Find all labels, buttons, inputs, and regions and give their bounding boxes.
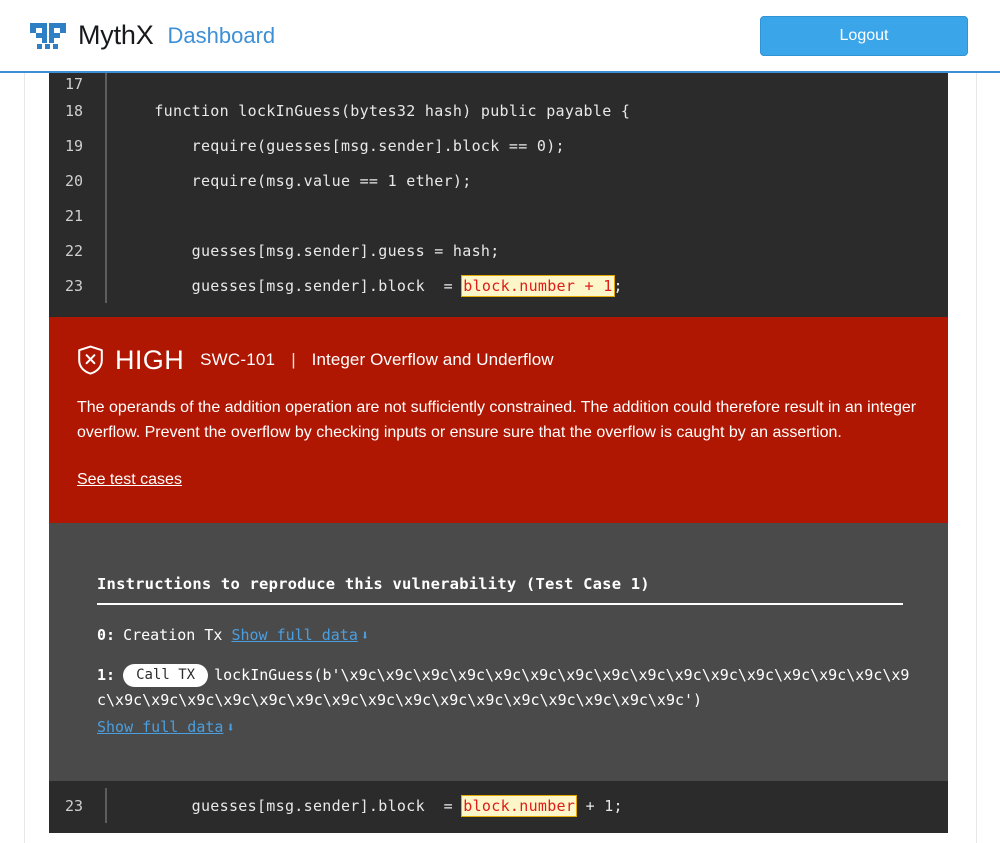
severity-banner: HIGH SWC-101 | Integer Overflow and Unde… <box>49 317 948 523</box>
download-arrow-icon: ⬇ <box>226 720 235 736</box>
page-body: 17 18 function lockInGuess(bytes32 hash)… <box>0 73 1000 843</box>
code-line: 22 guesses[msg.sender].guess = hash; <box>49 233 948 268</box>
code-gutter-rule <box>95 233 117 268</box>
code-gutter-rule <box>95 268 117 303</box>
step-call-data: lockInGuess(b'\x9c\x9c\x9c\x9c\x9c\x9c\x… <box>97 666 910 709</box>
see-test-cases-link[interactable]: See test cases <box>77 471 182 488</box>
download-arrow-icon: ⬇ <box>360 628 370 644</box>
line-number: 17 <box>64 75 83 93</box>
severity-title: Integer Overflow and Underflow <box>311 350 554 369</box>
line-number: 19 <box>64 136 83 155</box>
brand: MythX Dashboard <box>30 20 275 51</box>
severity-swc-id: SWC-101 <box>200 350 276 369</box>
issue-card: 17 18 function lockInGuess(bytes32 hash)… <box>24 73 977 843</box>
code-gutter-rule <box>95 788 117 823</box>
severity-header: HIGH SWC-101 | Integer Overflow and Unde… <box>77 345 920 375</box>
code-text: function lockInGuess(bytes32 hash) publi… <box>117 101 631 120</box>
code-line: 18 function lockInGuess(bytes32 hash) pu… <box>49 93 948 128</box>
code-line: 20 require(msg.value == 1 ether); <box>49 163 948 198</box>
code-text: guesses[msg.sender].block = block.number… <box>117 274 948 297</box>
code-gutter-rule <box>95 198 117 233</box>
severity-description: The operands of the addition operation a… <box>77 399 917 441</box>
brand-section-label: Dashboard <box>167 22 276 48</box>
code-gutter-rule <box>95 93 117 128</box>
code-text-suffix: ; <box>613 276 623 295</box>
instructions-panel: Instructions to reproduce this vulnerabi… <box>49 523 948 781</box>
code-line: 19 require(guesses[msg.sender].block == … <box>49 128 948 163</box>
line-number: 18 <box>64 101 83 120</box>
instructions-title: Instructions to reproduce this vulnerabi… <box>97 575 903 605</box>
code-gutter-rule <box>95 73 117 93</box>
code-line: 17 <box>49 73 948 93</box>
code-text-prefix: guesses[msg.sender].block = <box>117 796 463 815</box>
line-number: 23 <box>64 796 83 815</box>
code-text: guesses[msg.sender].guess = hash; <box>117 241 500 260</box>
code-line-vulnerable: 23 guesses[msg.sender].block = block.num… <box>49 268 948 303</box>
issue-panel: 17 18 function lockInGuess(bytes32 hash)… <box>49 73 948 843</box>
code-highlight: block.number + 1 <box>461 274 615 297</box>
line-number: 20 <box>64 171 83 190</box>
code-line-vulnerable: 23 guesses[msg.sender].block = block.num… <box>49 788 948 823</box>
show-full-data-label: Show full data <box>97 718 224 736</box>
show-full-data-label: Show full data <box>231 626 358 644</box>
line-number: 23 <box>64 276 83 295</box>
severity-level: HIGH <box>115 344 185 375</box>
show-full-data-link[interactable]: Show full data ⬇ <box>97 718 235 736</box>
instruction-step-1: 1: Call TX lockInGuess(b'\x9c\x9c\x9c\x9c\… <box>97 663 918 741</box>
instruction-step-0: 0: Creation Tx Show full data ⬇ <box>97 623 918 649</box>
app-header: MythX Dashboard Logout <box>0 0 1000 73</box>
code-text: guesses[msg.sender].block = block.number… <box>117 794 948 817</box>
call-tx-badge: Call TX <box>123 664 209 687</box>
severity-separator: | <box>291 350 296 369</box>
line-number: 21 <box>64 206 83 225</box>
code-highlight: block.number <box>461 794 578 817</box>
line-number: 22 <box>64 241 83 260</box>
step-index: 1: <box>97 666 116 684</box>
code-block-top: 17 18 function lockInGuess(bytes32 hash)… <box>49 73 948 317</box>
logout-button[interactable]: Logout <box>760 15 968 56</box>
brand-name: MythX <box>78 20 154 50</box>
code-gutter-rule <box>95 163 117 198</box>
step-index: 0: <box>97 626 116 644</box>
shield-x-icon <box>78 345 103 375</box>
code-text-suffix: + 1; <box>576 796 623 815</box>
code-text: require(guesses[msg.sender].block == 0); <box>117 136 565 155</box>
code-line: 21 <box>49 198 948 233</box>
mythx-butterfly-logo-icon <box>30 22 66 49</box>
step-links: Show full data ⬇ <box>97 715 918 741</box>
code-text: require(msg.value == 1 ether); <box>117 171 472 190</box>
code-block-bottom: 23 guesses[msg.sender].block = block.num… <box>49 781 948 833</box>
step-label: Creation Tx <box>123 626 223 644</box>
code-gutter-rule <box>95 128 117 163</box>
code-text-prefix: guesses[msg.sender].block = <box>117 276 463 295</box>
show-full-data-link[interactable]: Show full data ⬇ <box>231 626 369 644</box>
